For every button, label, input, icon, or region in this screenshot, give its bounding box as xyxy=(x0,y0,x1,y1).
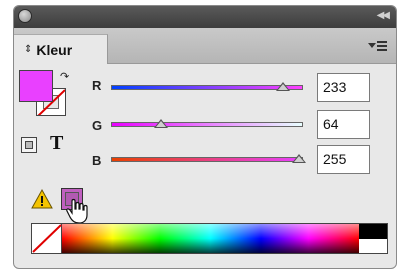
collapse-icon[interactable]: ◀◀ xyxy=(377,10,390,21)
none-slash-icon xyxy=(32,224,62,253)
tab-strip: ⇕ Kleur xyxy=(14,28,396,64)
spectrum-ramp[interactable] xyxy=(62,224,359,253)
panel-menu-icon[interactable] xyxy=(368,40,388,52)
out-of-gamut-warning-icon[interactable] xyxy=(31,188,53,210)
hand-cursor-icon xyxy=(66,198,88,224)
slider-b-thumb[interactable] xyxy=(292,154,306,163)
swap-fill-stroke-icon[interactable]: ↷ xyxy=(60,70,69,83)
fill-swatch[interactable] xyxy=(19,70,53,102)
apply-to-text-icon[interactable]: T xyxy=(50,132,63,155)
tab-options-arrows-icon[interactable]: ⇕ xyxy=(24,44,32,55)
slider-r-track[interactable] xyxy=(111,85,303,90)
tab-label: Kleur xyxy=(36,41,73,58)
close-icon[interactable] xyxy=(18,9,32,23)
color-spectrum[interactable] xyxy=(31,223,388,254)
b-value-field[interactable]: 255 xyxy=(317,145,370,174)
slider-b-track[interactable] xyxy=(111,157,303,162)
none-color-swatch[interactable] xyxy=(32,224,62,253)
panel-title-bar[interactable]: ◀◀ xyxy=(14,6,396,28)
slider-r-label: R xyxy=(92,78,102,93)
slider-g-thumb[interactable] xyxy=(154,119,169,128)
apply-to-container-icon[interactable] xyxy=(21,137,37,153)
slider-g-label: G xyxy=(92,118,103,133)
r-value-field[interactable]: 233 xyxy=(317,73,370,102)
slider-g-track[interactable] xyxy=(111,122,303,127)
slider-b-label: B xyxy=(92,153,102,168)
black-swatch[interactable] xyxy=(359,224,387,239)
slider-r-thumb[interactable] xyxy=(276,82,291,91)
white-swatch[interactable] xyxy=(359,239,387,253)
g-value-field[interactable]: 64 xyxy=(317,110,370,139)
tab-kleur[interactable]: ⇕ Kleur xyxy=(14,34,108,64)
